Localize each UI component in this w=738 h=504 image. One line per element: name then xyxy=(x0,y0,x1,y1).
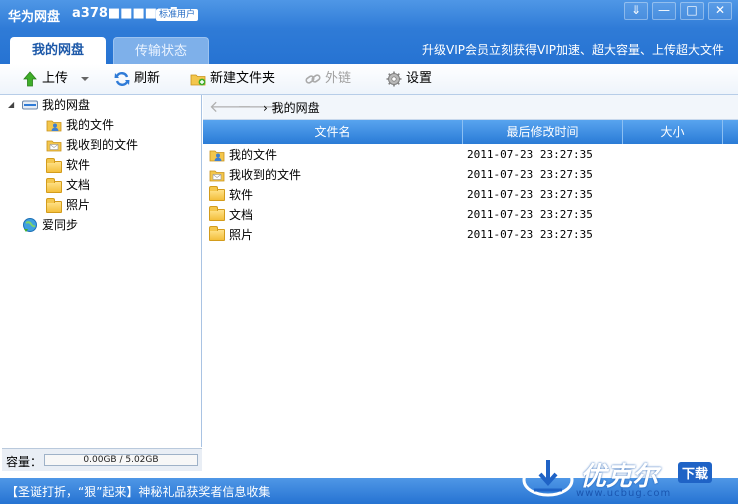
file-list: 我的文件 2011-07-23 23:27:35 我收到的文件 2011-07-… xyxy=(203,145,738,477)
menu-dropdown-button[interactable]: ⇓ xyxy=(624,2,648,20)
close-button[interactable]: ✕ xyxy=(708,2,732,20)
table-row[interactable]: 我的文件 2011-07-23 23:27:35 xyxy=(203,145,738,165)
tree-label: 我的网盘 xyxy=(42,98,91,112)
tree-item-received-files[interactable]: 我收到的文件 xyxy=(46,135,138,155)
folder-icon xyxy=(209,226,225,241)
envelope-folder-icon xyxy=(46,140,62,152)
tree-label: 我收到的文件 xyxy=(66,138,139,152)
upload-label: 上传 xyxy=(42,71,69,86)
file-name-cell: 照片 xyxy=(209,225,253,245)
user-badge[interactable]: 标准用户 xyxy=(156,9,199,21)
file-name: 我收到的文件 xyxy=(229,168,302,182)
folder-tree: ◢ 我的网盘 我的文件 我收到的文件 软件 文档 照片 爱同步 xyxy=(2,95,202,447)
column-modified[interactable]: 最后修改时间 xyxy=(463,120,623,144)
tree-item-software[interactable]: 软件 xyxy=(46,155,90,175)
status-bar: 【圣诞打折，“狠”起来】神秘礼品获奖者信息收集 优克尔 下载 www.ucbug… xyxy=(0,460,738,504)
file-modified: 2011-07-23 23:27:35 xyxy=(467,208,593,221)
file-list-header: 文件名 最后修改时间 大小 xyxy=(203,120,738,144)
folder-icon xyxy=(46,157,62,173)
new-folder-button[interactable]: 新建文件夹 xyxy=(190,70,275,88)
upload-arrow-icon xyxy=(23,71,37,87)
tree-label: 我的文件 xyxy=(66,118,115,132)
watermark-url: www.ucbug.com xyxy=(576,488,672,499)
folder-icon xyxy=(209,206,225,221)
watermark-download-badge: 下载 xyxy=(678,462,713,483)
new-folder-label: 新建文件夹 xyxy=(210,71,276,86)
external-link-button[interactable]: 外链 xyxy=(305,70,351,88)
maximize-button[interactable]: □ xyxy=(680,2,704,20)
capacity-text: 0.00GB / 5.02GB xyxy=(83,455,159,465)
title-bar: 华为网盘 a378■■■■■5 标准用户 ⇓ — □ ✕ 我的网盘 传输状态 升… xyxy=(0,0,738,64)
app-window: 华为网盘 a378■■■■■5 标准用户 ⇓ — □ ✕ 我的网盘 传输状态 升… xyxy=(0,0,738,504)
navigation-bar: 🡐 🡒 › 我的网盘 xyxy=(203,95,738,120)
table-row[interactable]: 文档 2011-07-23 23:27:35 xyxy=(203,205,738,225)
folder-icon xyxy=(209,186,225,201)
tree-item-my-disk[interactable]: ◢ 我的网盘 xyxy=(8,95,90,115)
user-folder-icon xyxy=(46,120,62,132)
capacity-panel: 容量： 0.00GB / 5.02GB xyxy=(2,448,202,471)
file-modified: 2011-07-23 23:27:35 xyxy=(467,148,593,161)
refresh-label: 刷新 xyxy=(134,71,161,86)
user-folder-icon xyxy=(209,150,225,162)
tree-item-sync[interactable]: 爱同步 xyxy=(22,215,78,235)
envelope-folder-icon xyxy=(209,170,225,182)
file-name-cell: 我的文件 xyxy=(209,145,277,165)
folder-icon xyxy=(46,197,62,213)
tree-item-documents[interactable]: 文档 xyxy=(46,175,90,195)
forward-arrow-icon[interactable]: 🡒 xyxy=(237,98,280,116)
vip-promo-link[interactable]: 升级VIP会员立刻获得VIP加速、超大容量、上传超大文件 xyxy=(422,41,724,58)
toolbar: 上传 刷新 新建文件夹 外链 设置 xyxy=(0,64,738,95)
collapse-triangle-icon[interactable]: ◢ xyxy=(8,95,18,115)
file-name-cell: 软件 xyxy=(209,185,253,205)
sync-globe-icon xyxy=(23,218,37,232)
app-title: 华为网盘 xyxy=(8,10,61,25)
table-row[interactable]: 软件 2011-07-23 23:27:35 xyxy=(203,185,738,205)
settings-label: 设置 xyxy=(406,71,433,86)
table-row[interactable]: 我收到的文件 2011-07-23 23:27:35 xyxy=(203,165,738,185)
file-name: 我的文件 xyxy=(229,148,278,162)
refresh-button[interactable]: 刷新 xyxy=(114,70,160,88)
settings-button[interactable]: 设置 xyxy=(386,70,432,88)
new-folder-icon xyxy=(190,74,206,86)
capacity-bar: 0.00GB / 5.02GB xyxy=(44,454,198,466)
tree-label: 软件 xyxy=(66,158,91,172)
gear-icon xyxy=(386,71,402,87)
tree-label: 文档 xyxy=(66,178,91,192)
breadcrumb[interactable]: › 我的网盘 xyxy=(263,99,320,116)
file-modified: 2011-07-23 23:27:35 xyxy=(467,228,593,241)
watermark: 优克尔 下载 www.ucbug.com xyxy=(520,454,730,502)
tab-my-disk[interactable]: 我的网盘 xyxy=(10,37,106,64)
tab-transfer-status[interactable]: 传输状态 xyxy=(113,37,209,64)
table-row[interactable]: 照片 2011-07-23 23:27:35 xyxy=(203,225,738,245)
file-name: 软件 xyxy=(229,188,254,202)
file-modified: 2011-07-23 23:27:35 xyxy=(467,168,593,181)
file-name-cell: 我收到的文件 xyxy=(209,165,301,185)
file-name-cell: 文档 xyxy=(209,205,253,225)
tree-item-photos[interactable]: 照片 xyxy=(46,195,90,215)
file-name: 照片 xyxy=(229,228,254,242)
capacity-label: 容量： xyxy=(6,455,43,469)
external-link-label: 外链 xyxy=(325,71,352,86)
minimize-button[interactable]: — xyxy=(652,2,676,20)
tree-label: 照片 xyxy=(66,198,91,212)
back-arrow-icon[interactable]: 🡐 xyxy=(209,98,252,116)
drive-icon xyxy=(22,100,38,110)
chevron-down-icon[interactable] xyxy=(80,74,90,84)
folder-icon xyxy=(46,177,62,193)
upload-button[interactable]: 上传 xyxy=(22,70,90,88)
tree-label: 爱同步 xyxy=(42,218,79,232)
breadcrumb-current: 我的网盘 xyxy=(271,101,320,115)
file-modified: 2011-07-23 23:27:35 xyxy=(467,188,593,201)
status-news-link[interactable]: 【圣诞打折，“狠”起来】神秘礼品获奖者信息收集 xyxy=(6,483,270,500)
column-name[interactable]: 文件名 xyxy=(203,120,463,144)
link-icon xyxy=(305,74,321,84)
window-controls: ⇓ — □ ✕ xyxy=(624,2,732,20)
column-size[interactable]: 大小 xyxy=(623,120,723,144)
refresh-icon xyxy=(114,72,130,86)
tree-item-my-files[interactable]: 我的文件 xyxy=(46,115,114,135)
file-name: 文档 xyxy=(229,208,254,222)
download-logo-icon xyxy=(522,460,574,497)
